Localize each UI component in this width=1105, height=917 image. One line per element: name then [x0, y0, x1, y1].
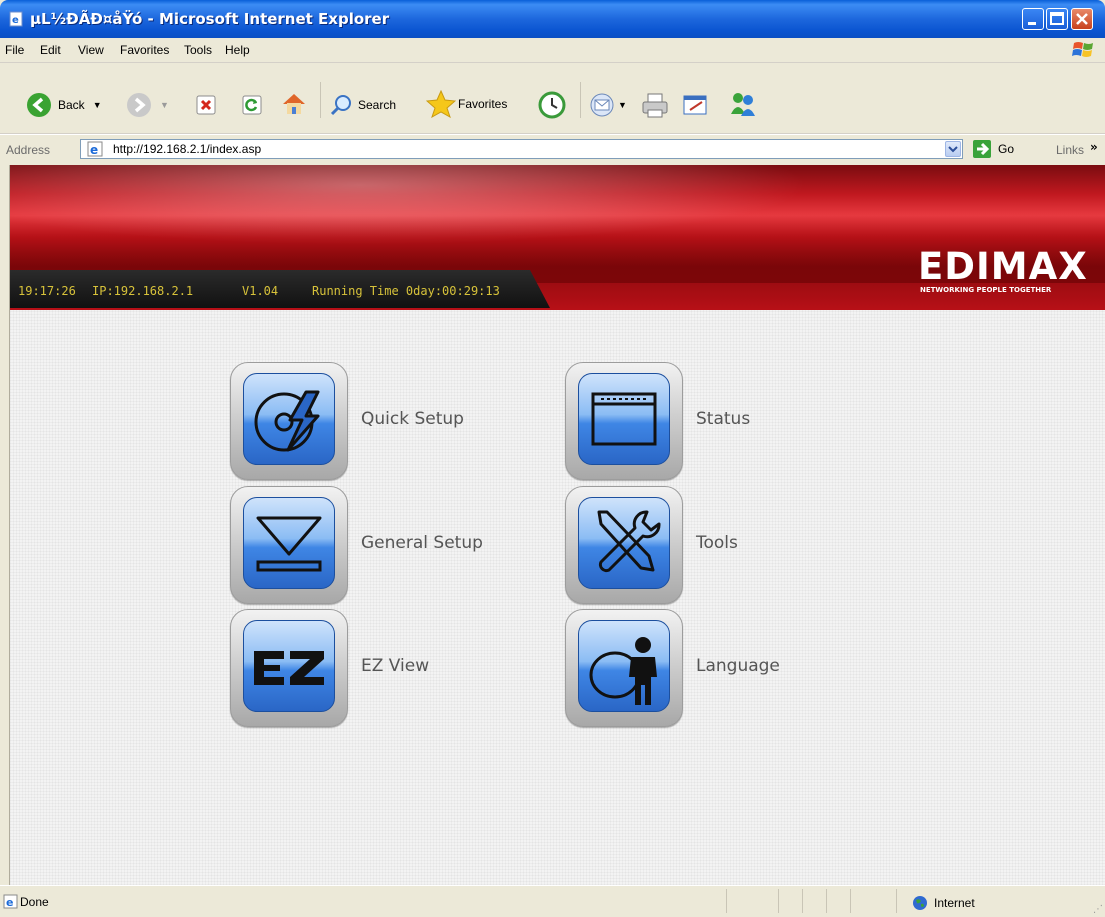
go-label: Go: [998, 142, 1015, 156]
print-button[interactable]: [640, 91, 670, 119]
router-running-time: Running Time 0day:00:29:13: [312, 284, 500, 298]
internet-globe-icon: [913, 896, 927, 910]
menu-bar: File Edit View Favorites Tools Help: [0, 38, 1105, 63]
svg-text:e: e: [6, 896, 13, 909]
ie-page-icon: e: [87, 141, 103, 157]
quick-setup-button[interactable]: [230, 362, 348, 480]
status-button[interactable]: [565, 362, 683, 480]
window-title-bar: e µL½ÐÃÐ¤åŸó - Microsoft Internet Explor…: [0, 0, 1105, 38]
home-button[interactable]: [280, 91, 308, 117]
menu-edit[interactable]: Edit: [40, 43, 61, 57]
address-bar: Address e http://192.168.2.1/index.asp G…: [0, 134, 1105, 165]
search-button[interactable]: Search: [330, 93, 396, 117]
minimize-icon: [1028, 22, 1036, 25]
edimax-banner: 19:17:26 IP:192.168.2.1 V1.04 Running Ti…: [10, 165, 1105, 310]
history-icon: [538, 91, 566, 119]
security-zone: Internet: [912, 895, 975, 911]
language-speaker-icon: [589, 637, 657, 705]
logo-tagline: NETWORKING PEOPLE TOGETHER: [920, 286, 1052, 294]
links-label[interactable]: Links: [1056, 143, 1084, 157]
window-title: µL½ÐÃÐ¤åŸó - Microsoft Internet Explorer: [30, 10, 390, 28]
refresh-button[interactable]: [242, 95, 262, 115]
status-label[interactable]: Status: [696, 409, 750, 429]
menu-tools[interactable]: Tools: [184, 43, 212, 57]
forward-arrow-icon: [127, 93, 151, 117]
tools-button[interactable]: [565, 486, 683, 604]
page-left-edge: [0, 165, 10, 885]
logo-wordmark: EDIMAX: [918, 245, 1088, 288]
menu-help[interactable]: Help: [225, 43, 250, 57]
links-chevron-icon[interactable]: »: [1090, 140, 1098, 154]
close-button[interactable]: [1071, 8, 1093, 30]
forward-button[interactable]: ▼: [126, 92, 169, 118]
quick-setup-label[interactable]: Quick Setup: [361, 409, 464, 429]
ie-page-icon: e: [3, 894, 18, 909]
close-icon: [1076, 13, 1088, 25]
minimize-button[interactable]: [1022, 8, 1044, 30]
general-setup-label[interactable]: General Setup: [361, 533, 483, 553]
refresh-icon: [242, 95, 262, 115]
address-label: Address: [6, 143, 51, 157]
router-page: 19:17:26 IP:192.168.2.1 V1.04 Running Ti…: [10, 165, 1105, 885]
windows-logo-icon: [1072, 42, 1093, 57]
tools-label[interactable]: Tools: [696, 533, 738, 553]
edit-page-icon: [683, 95, 707, 115]
ez-view-icon: [254, 651, 324, 685]
browser-status-bar: e Done Internet ⋰: [0, 885, 1105, 917]
favorites-button[interactable]: Favorites: [426, 90, 507, 118]
edimax-logo: EDIMAX NETWORKING PEOPLE TOGETHER: [918, 247, 1098, 297]
ie-page-icon: e: [9, 11, 23, 27]
search-icon: [330, 95, 351, 116]
back-label: Back: [58, 98, 85, 112]
general-setup-button[interactable]: [230, 486, 348, 604]
home-icon: [283, 94, 305, 114]
print-icon: [642, 93, 668, 118]
router-ip: IP:192.168.2.1: [92, 284, 194, 298]
ez-view-label[interactable]: EZ View: [361, 656, 429, 676]
mail-button[interactable]: ▼: [590, 92, 627, 118]
edit-button[interactable]: [682, 93, 710, 117]
router-status-strip: 19:17:26 IP:192.168.2.1 V1.04 Running Ti…: [10, 270, 550, 308]
ez-view-button[interactable]: [230, 609, 348, 727]
search-label: Search: [358, 98, 397, 112]
status-window-icon: [591, 392, 657, 446]
go-arrow-icon: [973, 140, 991, 158]
maximize-button[interactable]: [1046, 8, 1068, 30]
favorites-star-icon: [426, 90, 456, 118]
address-dropdown-button[interactable]: [945, 141, 961, 157]
language-button[interactable]: [565, 609, 683, 727]
menu-view[interactable]: View: [78, 43, 104, 57]
back-arrow-icon: [27, 93, 51, 117]
go-button[interactable]: Go: [972, 139, 1014, 159]
general-setup-icon: [256, 516, 322, 572]
quick-setup-icon: [254, 390, 320, 452]
tools-wrench-screwdriver-icon: [597, 510, 661, 573]
security-zone-label: Internet: [934, 896, 975, 910]
menu-favorites[interactable]: Favorites: [120, 43, 169, 57]
status-done-text: Done: [20, 895, 49, 909]
router-version: V1.04: [242, 284, 279, 298]
history-button[interactable]: [538, 91, 566, 119]
language-label[interactable]: Language: [696, 656, 780, 676]
menu-file[interactable]: File: [5, 43, 24, 57]
svg-text:e: e: [12, 15, 19, 26]
maximize-icon: [1050, 12, 1064, 25]
favorites-label: Favorites: [458, 97, 508, 111]
svg-text:e: e: [90, 143, 98, 157]
stop-button[interactable]: [196, 95, 216, 115]
address-url: http://192.168.2.1/index.asp: [113, 142, 262, 156]
stop-icon: [196, 95, 216, 115]
mail-icon: [590, 93, 614, 117]
address-input[interactable]: e http://192.168.2.1/index.asp: [80, 139, 963, 159]
resize-grip-icon[interactable]: ⋰: [1093, 904, 1103, 915]
mail-dropdown-icon[interactable]: ▼: [618, 100, 627, 110]
router-time: 19:17:26: [18, 284, 76, 298]
chevron-down-icon: [948, 146, 958, 153]
forward-dropdown-icon[interactable]: ▼: [160, 100, 169, 110]
back-dropdown-icon[interactable]: ▼: [93, 100, 102, 110]
messenger-icon: [731, 93, 755, 116]
messenger-button[interactable]: [728, 90, 758, 118]
back-button[interactable]: Back ▼: [26, 92, 102, 118]
